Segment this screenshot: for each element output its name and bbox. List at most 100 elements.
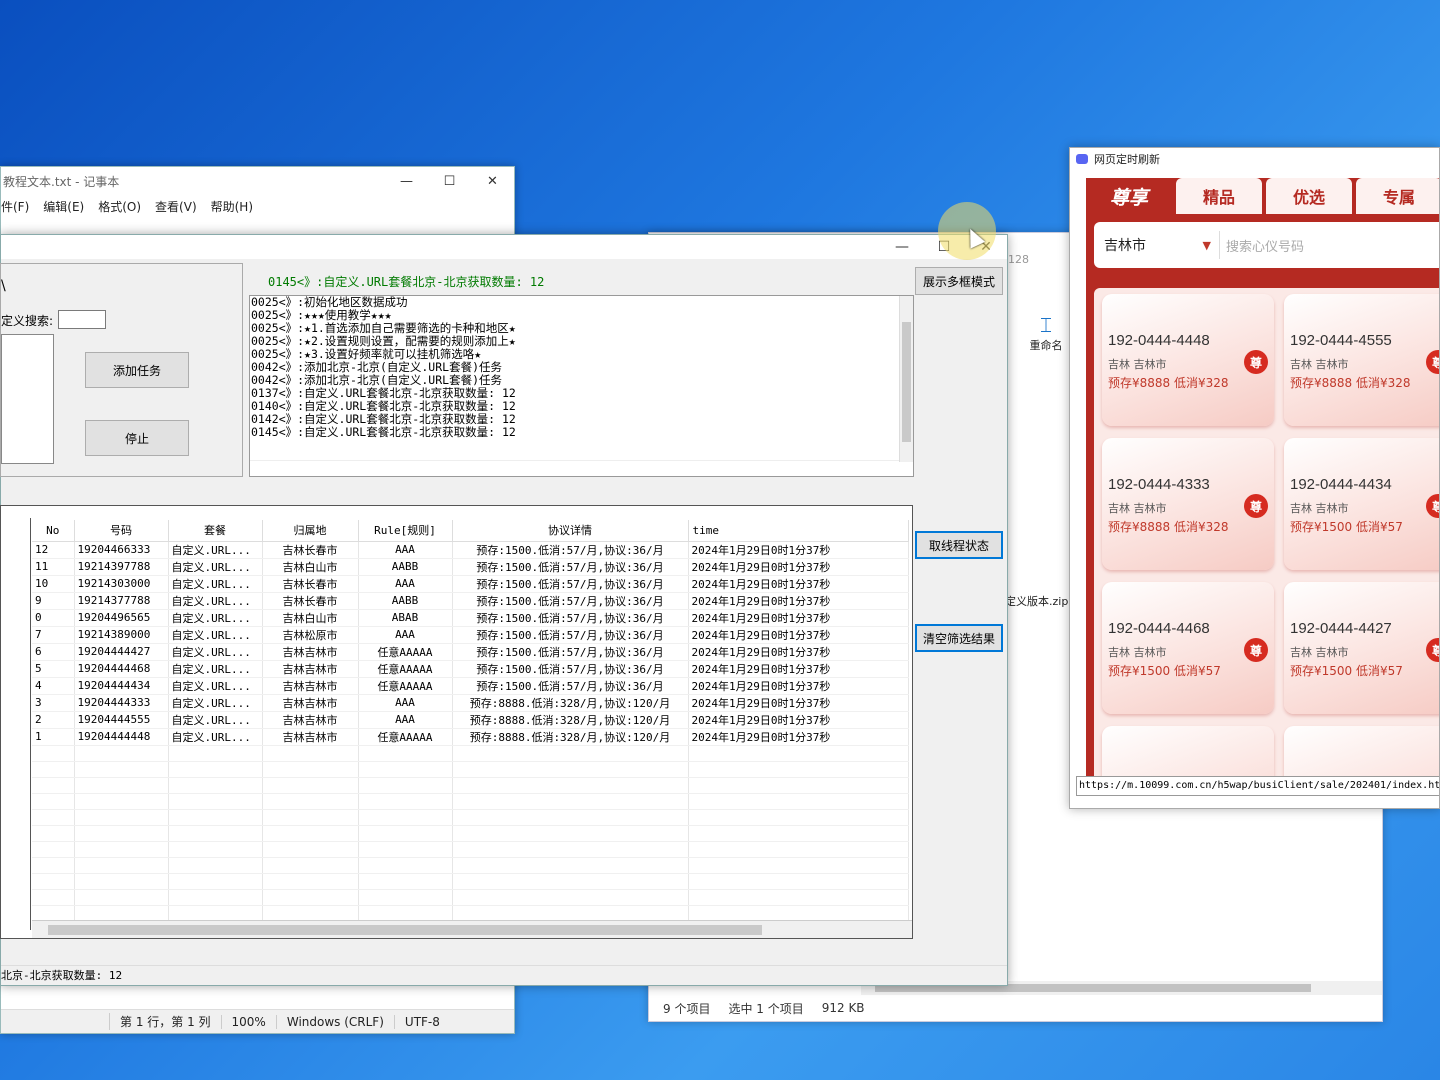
- table-cell: AABB: [358, 592, 453, 610]
- number-card[interactable]: 192-0444-4333 吉林 吉林市 预存¥8888 低消¥328 尊: [1102, 438, 1274, 570]
- log-vscrollbar[interactable]: [899, 296, 913, 462]
- table-cell: [32, 825, 75, 842]
- table-cell: [452, 905, 689, 922]
- table-cell: [358, 745, 453, 762]
- url-input[interactable]: https://m.10099.com.cn/h5wap/busiClient/…: [1076, 776, 1439, 796]
- table-cell: 19204444427: [74, 643, 169, 661]
- premium-badge: 尊: [1244, 494, 1268, 518]
- table-cell: 吉林吉林市: [262, 660, 359, 678]
- menu-edit[interactable]: 编辑(E): [43, 198, 84, 215]
- log-hscrollbar[interactable]: [250, 460, 899, 476]
- menu-format[interactable]: 格式(O): [98, 198, 141, 215]
- col-plan[interactable]: 套餐: [168, 520, 263, 542]
- table-row[interactable]: 4 19204444434 自定义.URL... 吉林吉林市 任意AAAAA 预存:150…: [32, 677, 909, 695]
- number-card-partial[interactable]: [1102, 726, 1274, 778]
- table-row[interactable]: 0 19204496565 自定义.URL... 吉林白山市 ABAB 预存:1500.低…: [32, 609, 909, 627]
- scroll-thumb[interactable]: [48, 925, 762, 935]
- card-number: 192-0444-4427: [1290, 620, 1392, 637]
- card-location: 吉林 吉林市: [1290, 358, 1349, 371]
- table-cell: 吉林长春市: [262, 575, 359, 593]
- table-cell: 19214397788: [74, 558, 169, 576]
- table-cell: [688, 793, 909, 810]
- table-row[interactable]: 2 19204444555 自定义.URL... 吉林吉林市 AAA 预存:8888.低消…: [32, 711, 909, 729]
- table-cell: 2024年1月29日0时1分37秒: [688, 609, 909, 627]
- table-cell: [168, 857, 263, 874]
- results-table: No 号码 套餐 归属地 Rule[规则] 协议详情 time 12 192044…: [32, 520, 909, 922]
- col-number[interactable]: 号码: [74, 520, 169, 542]
- results-grid[interactable]: No 号码 套餐 归属地 Rule[规则] 协议详情 time 12 192044…: [0, 505, 913, 939]
- menu-file[interactable]: 件(F): [1, 198, 29, 215]
- table-cell: [32, 889, 75, 906]
- menu-help[interactable]: 帮助(H): [211, 198, 253, 215]
- notepad-title: 教程文本.txt - 记事本: [3, 174, 120, 189]
- number-card-partial[interactable]: [1284, 726, 1439, 778]
- table-cell: [262, 809, 359, 826]
- tab-boutique[interactable]: 精品: [1176, 178, 1262, 214]
- table-row[interactable]: 9 19214377788 自定义.URL... 吉林长春市 AABB 预存:1500.低…: [32, 592, 909, 610]
- table-cell: [688, 745, 909, 762]
- stop-button[interactable]: 停止: [85, 420, 189, 456]
- number-card[interactable]: 192-0444-4434 吉林 吉林市预存¥1500 低消¥57 尊: [1284, 438, 1439, 570]
- number-card[interactable]: 192-0444-4468 吉林 吉林市 预存¥1500 低消¥57 尊: [1102, 582, 1274, 714]
- results-table-wrap: No 号码 套餐 归属地 Rule[规则] 协议详情 time 12 192044…: [32, 520, 909, 922]
- card-price: 预存¥8888 低消¥328: [1108, 520, 1229, 534]
- zip-file-item[interactable]: 定义版本.zip: [1005, 593, 1068, 609]
- col-rule[interactable]: Rule[规则]: [358, 520, 453, 542]
- card-price: 预存¥1500 低消¥57: [1290, 520, 1403, 534]
- scroll-thumb[interactable]: [902, 322, 911, 442]
- add-task-button[interactable]: 添加任务: [85, 352, 189, 388]
- minimize-icon[interactable]: —: [881, 239, 923, 255]
- close-icon[interactable]: ✕: [471, 174, 514, 189]
- log-output[interactable]: 0025<》:初始化地区数据成功 0025<》:★★★使用教学★★★ 0025<》:…: [249, 295, 914, 477]
- search-label: 定义搜索:: [1, 314, 54, 328]
- table-cell: [168, 889, 263, 906]
- table-header-row: No 号码 套餐 归属地 Rule[规则] 协议详情 time: [32, 520, 909, 542]
- table-cell: [262, 793, 359, 810]
- search-input[interactable]: [58, 310, 106, 329]
- table-row[interactable]: 5 19204444468 自定义.URL... 吉林吉林市 任意AAAAA 预存:150…: [32, 660, 909, 678]
- minimize-icon[interactable]: —: [385, 174, 428, 189]
- number-search-input[interactable]: 搜索心仪号码: [1220, 236, 1304, 255]
- table-cell: 预存:1500.低消:57/月,协议:36/月: [452, 575, 689, 593]
- table-cell: 19204444555: [74, 711, 169, 729]
- city-select[interactable]: 吉林市 ▼: [1094, 231, 1220, 259]
- clear-results-button[interactable]: 清空筛选结果: [915, 624, 1003, 652]
- number-card[interactable]: 192-0444-4448 吉林 吉林市 预存¥8888 低消¥328 尊: [1102, 294, 1274, 426]
- show-mode-button[interactable]: 展示多框模式: [915, 267, 1003, 295]
- header-status: 0145<》:自定义.URL套餐北京-北京获取数量: 12: [268, 275, 545, 289]
- table-cell: AABB: [358, 558, 453, 576]
- maximize-icon[interactable]: ☐: [428, 174, 471, 189]
- table-row[interactable]: 3 19204444333 自定义.URL... 吉林吉林市 AAA 预存:8888.低消…: [32, 694, 909, 712]
- table-row[interactable]: 10 19214303000 自定义.URL... 吉林长春市 AAA 预存:1500.低…: [32, 575, 909, 593]
- tool-titlebar[interactable]: — ☐ ✕: [1, 235, 1007, 259]
- table-row[interactable]: 7 19214389000 自定义.URL... 吉林松原市 AAA 预存:1500.低消…: [32, 626, 909, 644]
- number-card[interactable]: 192-0444-4555 吉林 吉林市预存¥8888 低消¥328 尊: [1284, 294, 1439, 426]
- rename-button[interactable]: ⌶ 重命名: [1021, 313, 1071, 353]
- table-row[interactable]: 11 19214397788 自定义.URL... 吉林白山市 AABB 预存:1500.…: [32, 558, 909, 576]
- grid-hscrollbar[interactable]: [32, 920, 912, 938]
- region-list[interactable]: [1, 334, 54, 464]
- table-cell: 0: [32, 609, 75, 627]
- menu-view[interactable]: 查看(V): [155, 198, 197, 215]
- empty-row: [32, 745, 909, 762]
- table-cell: [688, 809, 909, 826]
- table-cell: [262, 777, 359, 794]
- table-cell: [452, 889, 689, 906]
- table-cell: [74, 793, 169, 810]
- col-region[interactable]: 归属地: [262, 520, 359, 542]
- notepad-titlebar[interactable]: 教程文本.txt - 记事本 — ☐ ✕: [1, 167, 514, 195]
- table-cell: 2024年1月29日0时1分37秒: [688, 711, 909, 729]
- table-row[interactable]: 1 19204444448 自定义.URL... 吉林吉林市 任意AAAAA 预存:888…: [32, 728, 909, 746]
- col-time[interactable]: time: [688, 520, 909, 542]
- tab-exclusive[interactable]: 专属: [1356, 178, 1439, 214]
- col-no[interactable]: No: [32, 520, 75, 542]
- phone-titlebar[interactable]: 网页定时刷新: [1070, 148, 1439, 170]
- tab-premium[interactable]: 尊享: [1086, 178, 1172, 214]
- table-row[interactable]: 6 19204444427 自定义.URL... 吉林吉林市 任意AAAAA 预存:150…: [32, 643, 909, 661]
- thread-status-button[interactable]: 取线程状态: [915, 531, 1003, 559]
- tab-selected[interactable]: 优选: [1266, 178, 1352, 214]
- table-row[interactable]: 12 19204466333 自定义.URL... 吉林长春市 AAA 预存:1500.低…: [32, 541, 909, 559]
- col-contract[interactable]: 协议详情: [452, 520, 689, 542]
- number-card[interactable]: 192-0444-4427 吉林 吉林市预存¥1500 低消¥57 尊: [1284, 582, 1439, 714]
- table-cell: 自定义.URL...: [168, 711, 263, 729]
